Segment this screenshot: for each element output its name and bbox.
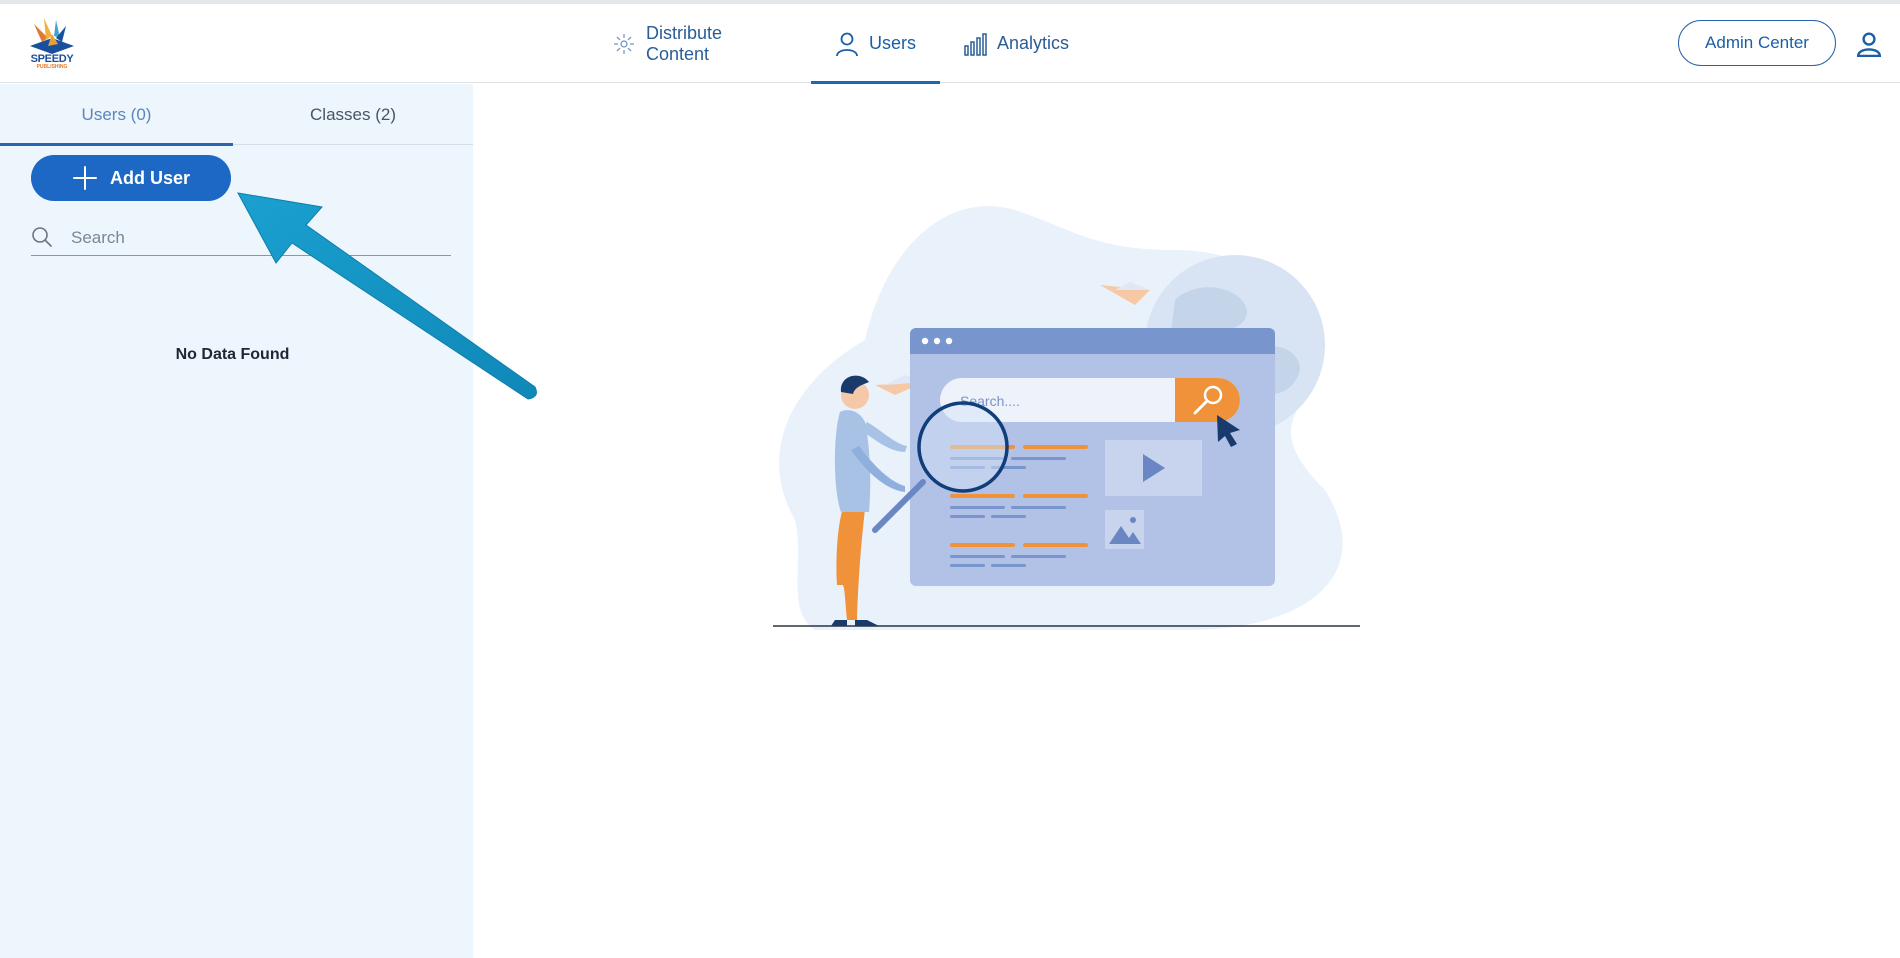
plus-icon	[72, 166, 97, 190]
nav-label: Distribute Content	[646, 22, 723, 64]
logo-subtext: PUBLISHING	[36, 64, 68, 70]
sidebar-tabs: Users (0) Classes (2)	[0, 84, 473, 146]
tab-users[interactable]: Users (0)	[0, 84, 233, 146]
profile-icon[interactable]	[1856, 31, 1882, 57]
logo-book-icon	[30, 18, 74, 54]
top-header: SPEEDY PUBLISHING Distribute Content Use…	[0, 4, 1900, 84]
nav-label: Users	[869, 33, 917, 53]
nav-analytics[interactable]: Analytics	[963, 4, 1069, 83]
nav-label: Analytics	[997, 33, 1070, 53]
empty-state-message: No Data Found	[175, 346, 290, 363]
speedy-publishing-logo[interactable]: SPEEDY PUBLISHING	[24, 16, 80, 72]
distribute-icon	[614, 33, 634, 54]
user-icon	[836, 32, 858, 56]
empty-state-illustration: Search....	[773, 206, 1360, 630]
search-icon	[32, 227, 52, 247]
analytics-icon	[964, 32, 987, 56]
nav-users[interactable]: Users	[811, 4, 941, 84]
tab-classes[interactable]: Classes (2)	[233, 84, 473, 145]
users-sidebar: Users (0) Classes (2) Add User No Data F…	[0, 84, 473, 958]
admin-center-button[interactable]: Admin Center	[1678, 20, 1836, 66]
add-user-button[interactable]: Add User	[31, 155, 231, 201]
nav-distribute-content[interactable]: Distribute Content	[612, 4, 722, 83]
search-input[interactable]	[71, 224, 441, 252]
add-user-label: Add User	[109, 167, 190, 188]
search-field	[31, 220, 451, 256]
